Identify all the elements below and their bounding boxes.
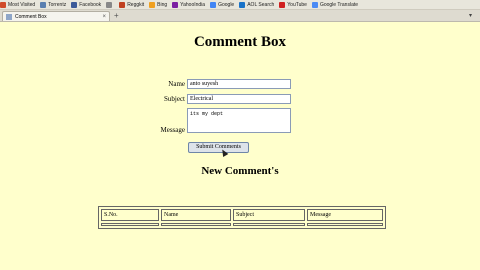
bookmark-bing[interactable]: Bing (149, 1, 167, 8)
aol-icon (239, 1, 246, 8)
subject-field[interactable]: Electrical (187, 94, 291, 104)
tab-list-chevron-down-icon[interactable]: ▾ (469, 12, 472, 19)
table-cell (161, 223, 231, 226)
tab-title: Comment Box (15, 13, 47, 20)
table-cell (101, 223, 159, 226)
google-translate-icon (311, 1, 318, 8)
bookmark-facebook[interactable]: Facebook (71, 1, 101, 8)
message-textarea[interactable]: its my dept (187, 108, 291, 133)
yahoo-icon (172, 1, 179, 8)
name-field[interactable]: anto suyesh (187, 79, 291, 89)
column-header-message: Message (307, 209, 383, 221)
most-visited-icon (0, 1, 6, 8)
column-header-name: Name (161, 209, 231, 221)
google-icon (210, 1, 217, 8)
close-icon[interactable]: × (102, 14, 106, 20)
message-label: Message (160, 126, 186, 134)
bookmark-aol-search[interactable]: AOL Search (239, 1, 274, 8)
column-header-sno: S.No. (101, 209, 159, 221)
facebook-icon (71, 1, 78, 8)
bookmark-youtube[interactable]: YouTube (279, 1, 307, 8)
table-cell (233, 223, 305, 226)
new-tab-button[interactable]: + (114, 12, 119, 20)
submit-comments-button[interactable]: Submit Comments (188, 142, 249, 153)
page-title: Comment Box (193, 34, 287, 50)
torrentz-icon (40, 1, 47, 8)
table-row (101, 223, 383, 226)
bing-icon (149, 1, 156, 8)
bookmark-google[interactable]: Google (210, 1, 234, 8)
bookmarks-toolbar: Most Visited Torrentz Facebook Reggkit B… (0, 0, 480, 10)
tab-bar: Comment Box × + ▾ (0, 10, 480, 22)
column-header-subject: Subject (233, 209, 305, 221)
comments-table: S.No. Name Subject Message (98, 206, 386, 229)
subject-label: Subject (164, 95, 185, 103)
name-label: Name (168, 80, 185, 88)
bookmark-most-visited[interactable]: Most Visited (0, 1, 35, 8)
bookmark-google-translate[interactable]: Google Translate (311, 1, 358, 8)
new-comments-heading: New Comment's (201, 165, 279, 177)
page-icon (106, 1, 113, 8)
table-header-row: S.No. Name Subject Message (101, 209, 383, 221)
reggkit-icon (119, 1, 126, 8)
bookmark-yahooindia[interactable]: YahooIndia (172, 1, 205, 8)
table-cell (307, 223, 383, 226)
youtube-icon (279, 1, 286, 8)
tab-comment-box[interactable]: Comment Box × (2, 11, 110, 21)
page-favicon-icon (6, 13, 12, 20)
bookmark-reggkit[interactable]: Reggkit (119, 1, 144, 8)
bookmark-unnamed[interactable] (106, 1, 114, 8)
bookmark-torrentz[interactable]: Torrentz (40, 1, 66, 8)
